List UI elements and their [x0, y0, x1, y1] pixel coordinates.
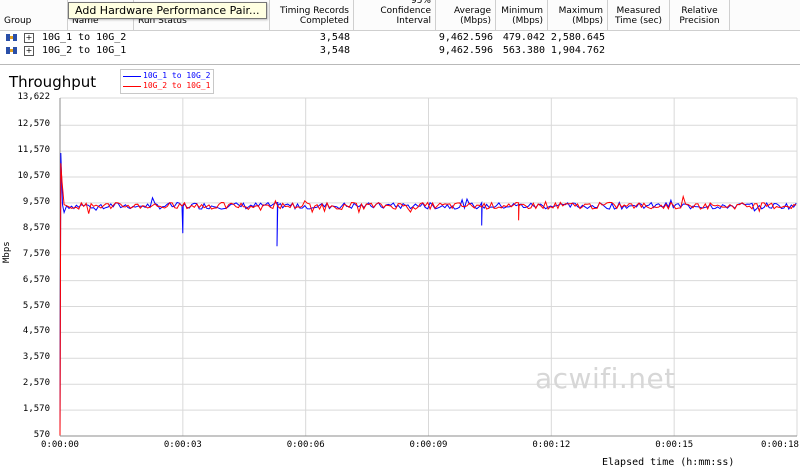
y-tick-label: 1,570	[22, 404, 50, 415]
x-tick-label: 0:00:09	[409, 440, 448, 450]
legend-swatch-red	[123, 85, 141, 87]
legend-label: 10G_1 to 10G_2	[143, 71, 211, 80]
x-axis-title: Elapsed time (h:mm:ss)	[602, 457, 735, 468]
x-tick-label: 0:00:15	[655, 440, 694, 450]
legend-item: 10G_1 to 10G_2	[121, 71, 213, 81]
y-tick-label: 3,570	[22, 352, 50, 363]
x-tick-label: 0:00:03	[163, 440, 202, 450]
legend-label: 10G_2 to 10G_1	[143, 81, 211, 90]
x-tick-label: 0:00:12	[532, 440, 571, 450]
y-tick-label: 6,570	[22, 274, 50, 285]
add-pair-tooltip: Add Hardware Performance Pair...	[68, 2, 267, 19]
y-tick-label: 11,570	[17, 145, 50, 156]
y-tick-label: 9,570	[22, 196, 50, 207]
x-tick-label: 0:00:18	[761, 440, 799, 450]
chart-legend: 10G_1 to 10G_2 10G_2 to 10G_1	[120, 69, 214, 94]
legend-swatch-blue	[123, 75, 141, 77]
x-tick-label: 0:00:00	[41, 440, 79, 450]
y-axis-title: Mbps	[2, 241, 12, 263]
legend-item: 10G_2 to 10G_1	[121, 81, 213, 91]
y-tick-label: 570	[33, 430, 50, 440]
y-tick-label: 2,570	[22, 378, 50, 389]
y-tick-label: 8,570	[22, 222, 50, 233]
y-tick-label: 4,570	[22, 326, 50, 337]
y-tick-label: 10,570	[17, 171, 50, 182]
x-tick-label: 0:00:06	[286, 440, 325, 450]
y-tick-label: 12,570	[17, 119, 50, 130]
watermark-text: acwifi.net	[535, 362, 676, 395]
y-tick-label: 13,622	[17, 92, 50, 102]
y-tick-label: 5,570	[22, 300, 50, 311]
